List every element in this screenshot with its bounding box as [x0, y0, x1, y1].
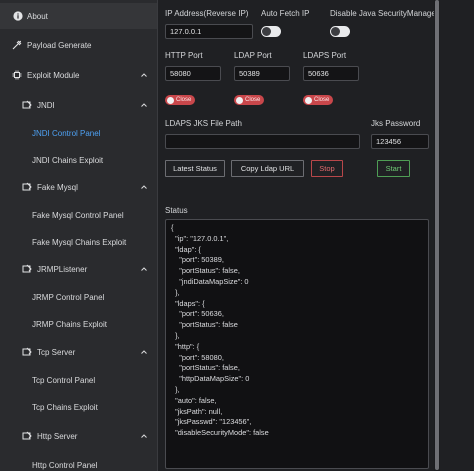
- chevron-up-icon: [140, 71, 148, 79]
- stop-button[interactable]: Stop: [311, 160, 343, 177]
- sidebar-item-fake-mysql[interactable]: Fake Mysql: [0, 174, 157, 200]
- latest-status-button[interactable]: Latest Status: [165, 160, 225, 177]
- ldap-port-input[interactable]: [234, 66, 290, 81]
- sidebar-item-http-server[interactable]: Http Server: [0, 423, 157, 449]
- sidebar-item-label: JNDI: [37, 100, 55, 110]
- chevron-up-icon: [140, 183, 148, 191]
- sidebar-item-jndi[interactable]: JNDI: [0, 92, 157, 118]
- jndi-control-panel: IP Address(Reverse IP) Auto Fetch IP Dis…: [158, 0, 474, 471]
- auto-fetch-toggle[interactable]: [261, 26, 281, 37]
- sidebar-item-fake-mysql-control-panel[interactable]: Fake Mysql Control Panel: [0, 202, 157, 228]
- toggle-knob: [262, 27, 271, 36]
- tool-icon: [22, 100, 32, 110]
- http-port-label: HTTP Port: [165, 51, 203, 60]
- chevron-up-icon: [140, 348, 148, 356]
- tool-icon: [22, 182, 32, 192]
- sidebar-item-label: JRMPListener: [37, 264, 88, 274]
- sidebar-item-jrmp-listener[interactable]: JRMPListener: [0, 256, 157, 282]
- payload-icon: [12, 40, 22, 50]
- sidebar-item-label: JRMP Chains Exploit: [32, 319, 107, 329]
- sidebar-item-label: JNDI Control Panel: [32, 128, 101, 138]
- ldap-close-toggle[interactable]: Close: [234, 95, 264, 105]
- ldaps-close-toggle[interactable]: Close: [303, 95, 333, 105]
- chevron-up-icon: [140, 101, 148, 109]
- sidebar-item-fake-mysql-chains-exploit[interactable]: Fake Mysql Chains Exploit: [0, 229, 157, 255]
- jks-file-input[interactable]: [165, 134, 360, 149]
- status-json: { "ip": "127.0.0.1", "ldap": { "port": 5…: [171, 223, 269, 438]
- tool-icon: [22, 264, 32, 274]
- sidebar-item-exploit-module[interactable]: Exploit Module: [0, 62, 157, 88]
- auto-fetch-label: Auto Fetch IP: [261, 9, 310, 18]
- info-icon: [13, 11, 23, 21]
- close-label: Close: [314, 97, 330, 103]
- sidebar-item-label: Http Server: [37, 431, 78, 441]
- scrollbar-thumb[interactable]: [435, 0, 439, 470]
- start-button[interactable]: Start: [377, 160, 410, 177]
- sidebar-item-label: Tcp Chains Exploit: [32, 402, 98, 412]
- sidebar-item-jrmp-chains-exploit[interactable]: JRMP Chains Exploit: [0, 311, 157, 337]
- ldaps-port-input[interactable]: [303, 66, 359, 81]
- http-close-toggle[interactable]: Close: [165, 95, 195, 105]
- ldap-port-label: LDAP Port: [234, 51, 272, 60]
- ip-input[interactable]: [165, 24, 253, 39]
- sidebar-item-jndi-control-panel[interactable]: JNDI Control Panel: [0, 120, 157, 146]
- sidebar-item-label: Tcp Server: [37, 347, 76, 357]
- close-label: Close: [176, 97, 192, 103]
- disable-jsm-label: Disable Java SecurityManager: [330, 9, 439, 18]
- sidebar-item-http-control-panel[interactable]: Http Control Panel: [0, 452, 157, 471]
- sidebar-item-label: Exploit Module: [27, 70, 80, 80]
- status-label: Status: [165, 206, 188, 215]
- copy-ldap-url-button[interactable]: Copy Ldap URL: [231, 160, 304, 177]
- sidebar-item-jrmp-control-panel[interactable]: JRMP Control Panel: [0, 284, 157, 310]
- chevron-up-icon: [140, 265, 148, 273]
- toggle-knob: [331, 27, 340, 36]
- sidebar-item-tcp-server[interactable]: Tcp Server: [0, 339, 157, 365]
- sidebar: About Payload Generate Exploit Module JN…: [0, 0, 158, 471]
- sidebar-item-label: Fake Mysql: [37, 182, 78, 192]
- sidebar-item-label: About: [27, 11, 48, 21]
- chip-icon: [12, 70, 22, 80]
- tool-icon: [22, 431, 32, 441]
- jks-password-input[interactable]: [371, 134, 429, 149]
- tool-icon: [22, 347, 32, 357]
- toggle-knob: [167, 96, 174, 104]
- sidebar-item-jndi-chains-exploit[interactable]: JNDI Chains Exploit: [0, 147, 157, 173]
- ip-label: IP Address(Reverse IP): [165, 9, 249, 18]
- sidebar-item-label: Payload Generate: [27, 40, 92, 50]
- sidebar-item-tcp-control-panel[interactable]: Tcp Control Panel: [0, 367, 157, 393]
- sidebar-item-payload-generate[interactable]: Payload Generate: [0, 32, 157, 58]
- close-label: Close: [245, 97, 261, 103]
- status-textarea[interactable]: { "ip": "127.0.0.1", "ldap": { "port": 5…: [165, 219, 429, 469]
- sidebar-item-label: Http Control Panel: [32, 460, 98, 470]
- toggle-knob: [236, 96, 243, 104]
- sidebar-item-label: Fake Mysql Chains Exploit: [32, 237, 127, 247]
- sidebar-item-tcp-chains-exploit[interactable]: Tcp Chains Exploit: [0, 394, 157, 420]
- sidebar-item-about[interactable]: About: [0, 3, 157, 29]
- sidebar-item-label: Fake Mysql Control Panel: [32, 210, 124, 220]
- disable-jsm-toggle[interactable]: [330, 26, 350, 37]
- toggle-knob: [305, 96, 312, 104]
- jks-password-label: Jks Password: [371, 119, 421, 128]
- sidebar-item-label: Tcp Control Panel: [32, 375, 96, 385]
- sidebar-item-label: JNDI Chains Exploit: [32, 155, 104, 165]
- ldaps-port-label: LDAPS Port: [303, 51, 347, 60]
- sidebar-item-label: JRMP Control Panel: [32, 292, 105, 302]
- http-port-input[interactable]: [165, 66, 221, 81]
- jks-file-label: LDAPS JKS File Path: [165, 119, 242, 128]
- chevron-up-icon: [140, 432, 148, 440]
